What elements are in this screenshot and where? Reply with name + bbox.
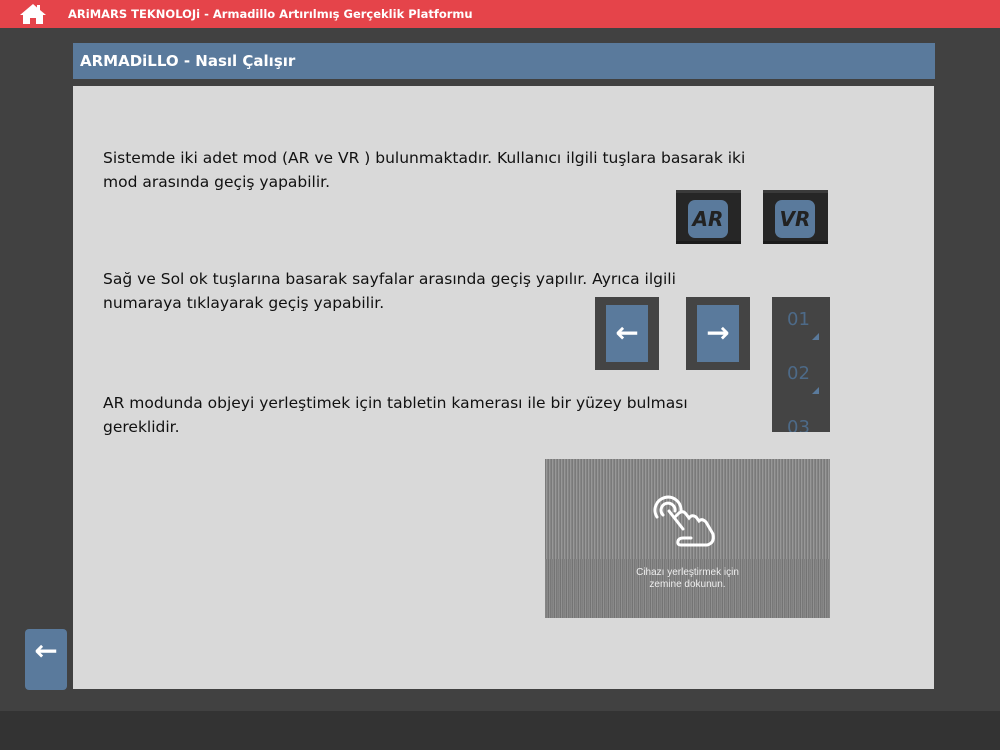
vr-label: VR [775,200,815,238]
arrow-right-icon: → [697,305,739,362]
camera-preview: Cihazı yerleştirmek için zemine dokunun. [545,459,830,618]
arrow-left-icon: ← [606,305,648,362]
ar-label: AR [688,200,728,238]
corner-marker-icon [812,387,819,394]
vr-mode-button[interactable]: VR [763,190,828,244]
mode-description: Sistemde iki adet mod (AR ve VR ) bulunm… [103,149,746,191]
top-bar: ARiMARS TEKNOLOJi - Armadillo Artırılmış… [0,0,1000,28]
page-number[interactable]: 03 [787,417,810,432]
corner-marker-icon [812,333,819,340]
page-title: ARMADiLLO - Nasıl Çalışır [73,43,935,79]
page-number[interactable]: 02 [787,363,810,384]
camera-hint: Cihazı yerleştirmek için zemine dokunun. [636,567,739,590]
tap-hand-icon [653,495,715,547]
page-number[interactable]: 01 [787,309,810,330]
home-icon[interactable] [19,3,47,25]
bottom-bar [0,711,1000,750]
ar-description: AR modunda objeyi yerleştimek için table… [103,394,688,436]
ar-mode-button[interactable]: AR [676,190,741,244]
arrow-left-icon: ← [34,634,58,667]
back-button[interactable]: ← [25,629,67,690]
content-panel: Sistemde iki adet mod (AR ve VR ) bulunm… [73,86,934,689]
page-number-list[interactable]: 01 02 03 [772,297,830,432]
next-page-button[interactable]: → [686,297,750,370]
previous-page-button[interactable]: ← [595,297,659,370]
app-title: ARiMARS TEKNOLOJi - Armadillo Artırılmış… [68,7,473,21]
